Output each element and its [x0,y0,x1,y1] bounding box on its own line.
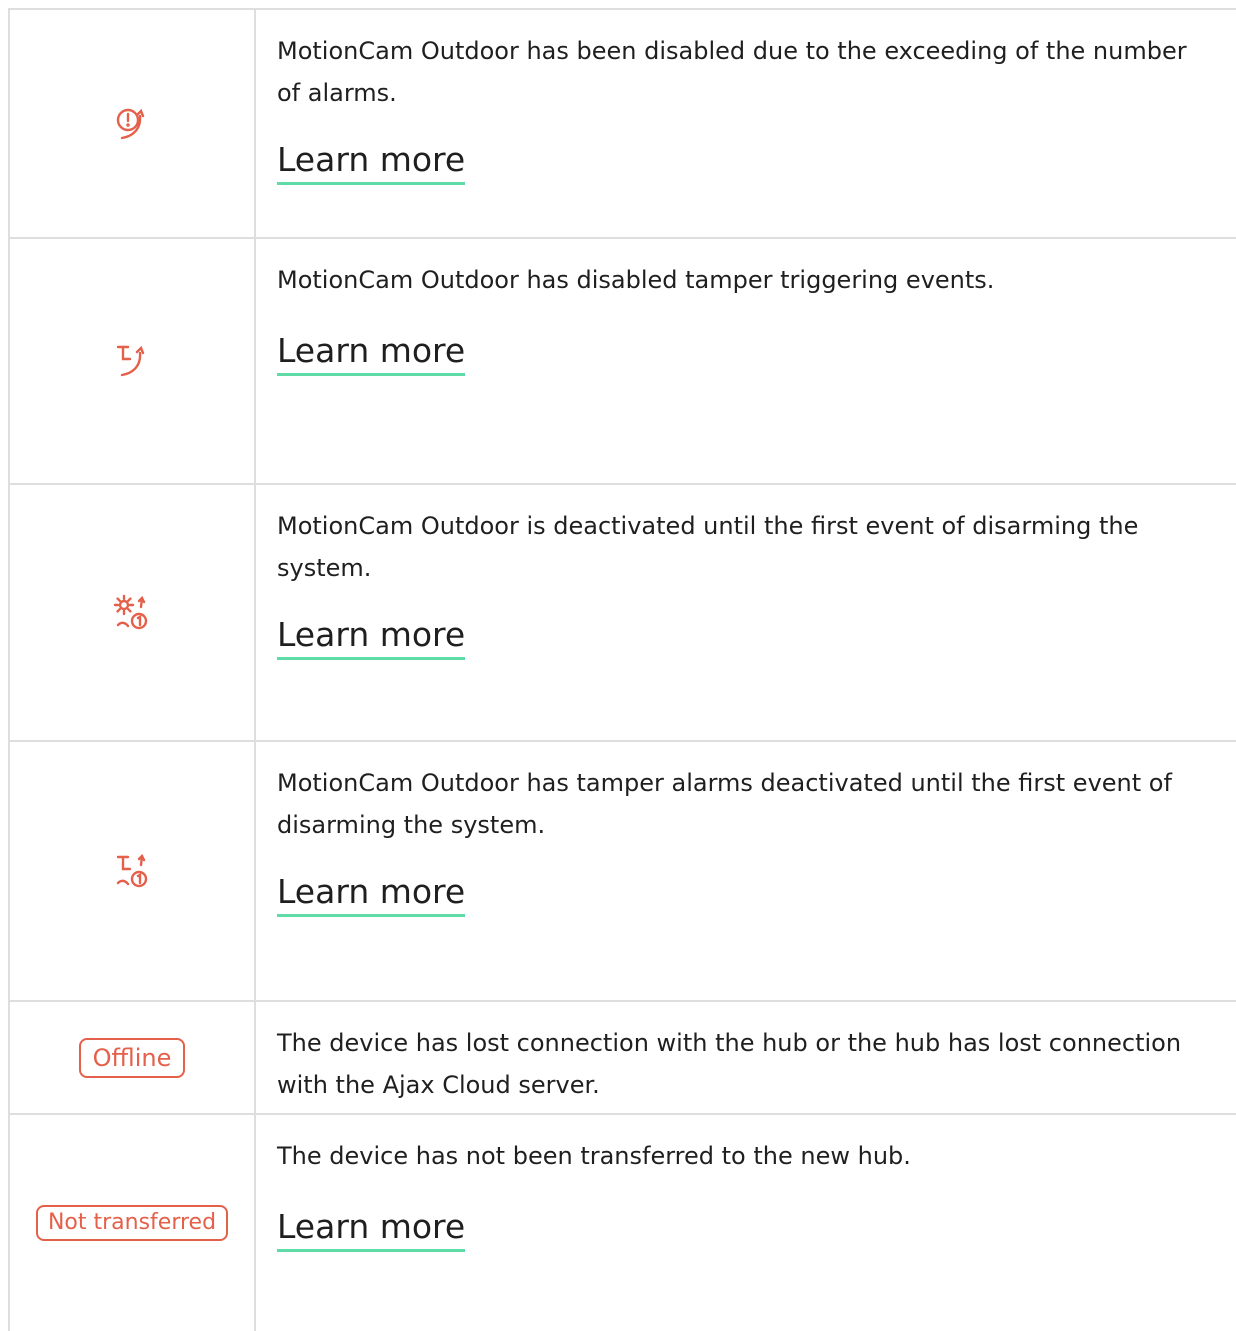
row-description: MotionCam Outdoor has disabled tamper tr… [277,266,995,294]
tamper-disabled-icon [110,339,154,383]
status-table: MotionCam Outdoor has been disabled due … [8,8,1236,1331]
icon-cell [10,742,254,1000]
learn-more-link[interactable]: Learn more [277,615,466,660]
table-row: Not transferred The device has not been … [10,1115,1236,1331]
learn-more-link[interactable]: Learn more [277,872,466,917]
text-cell: The device has not been transferred to t… [277,1135,1216,1252]
table-row: MotionCam Outdoor is deactivated until t… [10,485,1236,742]
table-row: Offline The device has lost connection w… [10,1002,1236,1115]
row-description: MotionCam Outdoor has been disabled due … [277,37,1187,107]
icon-cell [10,10,254,237]
text-cell: MotionCam Outdoor has tamper alarms deac… [277,762,1216,917]
status-badge-not-transferred: Not transferred [35,1205,229,1241]
learn-more-link[interactable]: Learn more [277,1207,466,1252]
row-description: MotionCam Outdoor has tamper alarms deac… [277,769,1172,839]
row-description: MotionCam Outdoor is deactivated until t… [277,512,1139,582]
row-description: The device has not been transferred to t… [277,1142,911,1170]
tamper-once-icon [110,849,154,893]
table-row: MotionCam Outdoor has been disabled due … [10,10,1236,239]
learn-more-link[interactable]: Learn more [277,140,466,185]
icon-cell: Offline [10,1002,254,1113]
row-description: The device has lost connection with the … [277,1029,1182,1099]
gear-once-icon [110,591,154,635]
learn-more-link[interactable]: Learn more [277,331,466,376]
icon-cell [10,239,254,483]
text-cell: MotionCam Outdoor has disabled tamper tr… [277,259,1216,376]
alarm-exceeded-icon [110,102,154,146]
status-badge-offline: Offline [78,1037,186,1078]
table-row: MotionCam Outdoor has disabled tamper tr… [10,239,1236,485]
icon-cell: Not transferred [10,1115,254,1331]
text-cell: MotionCam Outdoor has been disabled due … [277,30,1216,185]
text-cell: The device has lost connection with the … [277,1022,1216,1106]
icon-cell [10,485,254,740]
text-cell: MotionCam Outdoor is deactivated until t… [277,505,1216,660]
table-row: MotionCam Outdoor has tamper alarms deac… [10,742,1236,1002]
